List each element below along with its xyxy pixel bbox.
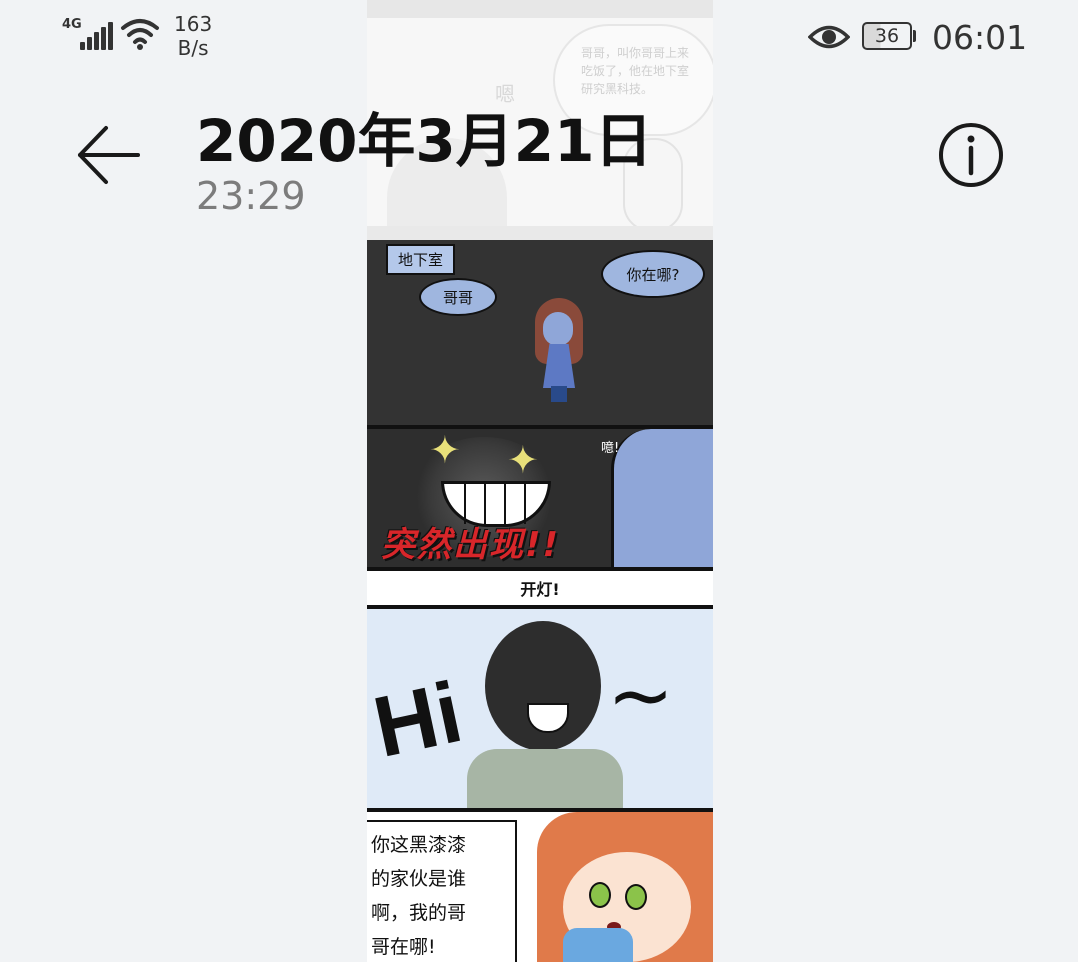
comic-panel-question: 你这黑漆漆 的家伙是谁 啊，我的哥 哥在哪! xyxy=(367,812,713,962)
girl-legs xyxy=(551,386,567,402)
comic-panel-lights-on: 开灯! xyxy=(367,571,713,609)
wifi-icon xyxy=(121,19,159,50)
network-speed-value: 163 xyxy=(174,12,213,36)
girl-sleeve xyxy=(563,928,633,962)
network-speed-unit: B/s xyxy=(177,36,209,60)
hi-text: Hi xyxy=(367,664,470,776)
speech-line: 啊，我的哥 xyxy=(371,902,467,924)
eye-comfort-icon xyxy=(808,25,850,49)
battery-icon: 36 xyxy=(862,22,916,50)
image-top-band xyxy=(367,0,713,18)
location-caption: 地下室 xyxy=(386,244,456,275)
comic-panel-surprise: ✦ ✦ 噫! 突然出现!! xyxy=(367,429,713,571)
tilde-text: ~ xyxy=(607,649,675,742)
info-icon[interactable] xyxy=(938,122,1004,188)
network-speed: 163 B/s xyxy=(174,12,212,60)
boy-torso xyxy=(467,749,623,808)
page-title: 2020年3月21日 xyxy=(196,107,653,175)
speech-text: 你这黑漆漆 的家伙是谁 啊，我的哥 哥在哪! xyxy=(371,828,511,962)
comic-panel-basement: 地下室 哥哥 你在哪? xyxy=(367,240,713,429)
speech-line: 哥在哪! xyxy=(371,936,436,958)
sudden-caption: 突然出现!! xyxy=(381,525,561,565)
battery-level: 36 xyxy=(862,22,912,50)
speech-line: 你这黑漆漆 xyxy=(371,834,467,856)
panel-separator xyxy=(367,226,713,240)
back-arrow-icon[interactable] xyxy=(76,124,140,186)
girl-face xyxy=(543,312,573,346)
faded-bubble-text: 哥哥，叫你哥哥上来吃饭了，他在地下室研究黑科技。 xyxy=(581,46,690,96)
speech-bubble-gege: 哥哥 xyxy=(419,278,497,316)
girl-silhouette xyxy=(611,429,713,567)
cellular-signal-icon xyxy=(80,22,114,50)
girl-eye-left xyxy=(589,882,611,908)
status-time: 06:01 xyxy=(932,18,1028,57)
network-type-label: 4G xyxy=(62,17,82,32)
sound-effect: 噫! xyxy=(601,441,620,456)
speech-bubble-where: 你在哪? xyxy=(601,250,705,298)
sparkle-eye-left-icon: ✦ xyxy=(429,429,461,472)
sparkle-eye-right-icon: ✦ xyxy=(507,438,539,482)
girl-eye-right xyxy=(625,884,647,910)
comic-panel-hi: Hi ~ xyxy=(367,609,713,812)
speech-line: 的家伙是谁 xyxy=(371,868,467,890)
page-subtitle-time: 23:29 xyxy=(196,174,306,218)
battery-tip xyxy=(913,30,916,42)
